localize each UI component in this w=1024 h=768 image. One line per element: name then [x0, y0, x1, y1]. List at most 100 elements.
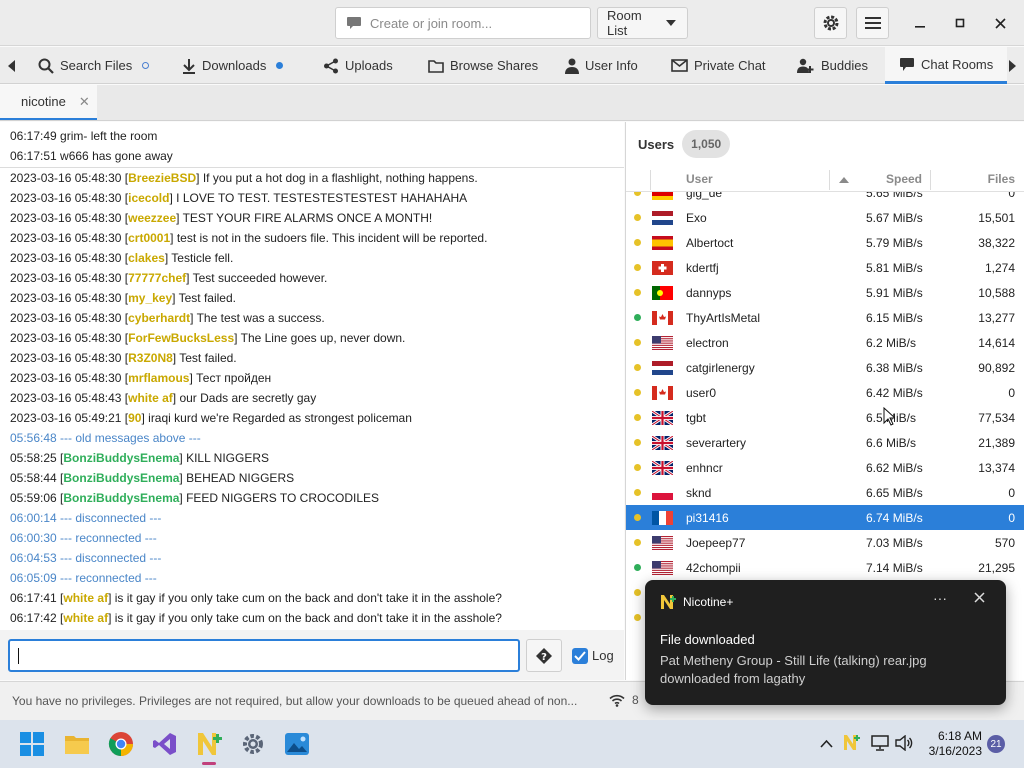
title-bar: Create or join room... Room List	[0, 0, 1024, 46]
chat-username[interactable]: BonziBuddysEnema	[63, 491, 179, 505]
chat-username[interactable]: BonziBuddysEnema	[63, 471, 179, 485]
chat-username[interactable]: weezzee	[128, 211, 176, 225]
user-row[interactable]: Albertoct 5.79 MiB/s 38,322	[626, 230, 1024, 255]
user-name: kdertfj	[686, 261, 719, 275]
chat-username[interactable]: my_key	[128, 291, 172, 305]
chat-username[interactable]: white af	[63, 611, 108, 625]
close-window-button[interactable]	[980, 8, 1020, 38]
room-list-button[interactable]: Room List	[597, 7, 688, 39]
user-files: 21,295	[978, 561, 1015, 575]
maximize-button[interactable]	[940, 8, 980, 38]
notification-toast[interactable]: Nicotine+ ··· File downloaded Pat Methen…	[645, 580, 1006, 705]
chat-username[interactable]: white af	[63, 591, 108, 605]
chevron-right-icon	[1009, 59, 1016, 72]
visual-studio-button[interactable]	[149, 728, 181, 760]
chat-username[interactable]: 77777chef	[128, 271, 186, 285]
chat-line: 2023-03-16 05:48:30 [cyberhardt] The tes…	[10, 308, 614, 328]
chat-username[interactable]: 90	[128, 411, 141, 425]
user-row[interactable]: severartery 6.6 MiB/s 21,389	[626, 430, 1024, 455]
chat-timestamp: 06:17:41	[10, 591, 57, 605]
minimize-button[interactable]	[900, 8, 940, 38]
nicotine-taskbar-button[interactable]	[193, 728, 225, 765]
chat-username[interactable]: ForFewBucksLess	[128, 331, 234, 345]
notification-center-badge[interactable]: 21	[987, 735, 1005, 753]
notification-more-button[interactable]: ···	[933, 590, 947, 606]
users-column-header: User Speed Files	[626, 168, 1024, 192]
photos-taskbar-button[interactable]	[281, 728, 313, 760]
user-row[interactable]: Joepeep77 7.03 MiB/s 570	[626, 530, 1024, 555]
volume-tray-icon[interactable]	[895, 734, 913, 754]
tab-user-info[interactable]: User Info	[565, 47, 638, 84]
taskbar-clock[interactable]: 6:18 AM 3/16/2023	[916, 729, 982, 759]
user-row[interactable]: pi31416 6.74 MiB/s 0	[626, 505, 1024, 530]
user-row[interactable]: catgirlenergy 6.38 MiB/s 90,892	[626, 355, 1024, 380]
chat-username[interactable]: mrflamous	[128, 371, 189, 385]
user-row[interactable]: user0 6.42 MiB/s 0	[626, 380, 1024, 405]
tab-scroll-right-button[interactable]	[1002, 47, 1022, 84]
user-row[interactable]: electron 6.2 MiB/s 14,614	[626, 330, 1024, 355]
user-row[interactable]: sknd 6.65 MiB/s 0	[626, 480, 1024, 505]
room-tab-nicotine[interactable]: nicotine ✕	[0, 85, 97, 120]
close-room-button[interactable]: ✕	[79, 94, 90, 110]
tab-private-chat[interactable]: Private Chat	[671, 47, 766, 84]
chrome-button[interactable]	[105, 728, 137, 760]
mouse-pointer-icon	[883, 407, 895, 426]
chat-composer: ? Log	[0, 630, 624, 680]
user-row[interactable]: gig_de 5.65 MiB/s 0	[626, 192, 1024, 205]
user-name: user0	[686, 386, 717, 400]
user-row[interactable]: kdertfj 5.81 MiB/s 1,274	[626, 255, 1024, 280]
user-files: 13,277	[978, 311, 1015, 325]
user-row[interactable]: 42chompii 7.14 MiB/s 21,295	[626, 555, 1024, 580]
tab-search-files[interactable]: Search Files	[38, 47, 150, 84]
user-row[interactable]: enhncr 6.62 MiB/s 13,374	[626, 455, 1024, 480]
user-row[interactable]: dannyps 5.91 MiB/s 10,588	[626, 280, 1024, 305]
user-row[interactable]: Exo 5.67 MiB/s 15,501	[626, 205, 1024, 230]
log-checkbox[interactable]	[572, 648, 588, 664]
user-speed: 6.42 MiB/s	[866, 386, 923, 400]
tab-browse-shares[interactable]: Browse Shares	[428, 47, 538, 84]
column-speed[interactable]: Speed	[886, 172, 922, 186]
column-files[interactable]: Files	[988, 172, 1015, 186]
notification-close-button[interactable]	[974, 592, 985, 606]
connections-indicator[interactable]: 8	[609, 693, 639, 707]
chat-timestamp: 2023-03-16 05:48:30	[10, 171, 122, 185]
tab-scroll-left-button[interactable]	[2, 47, 22, 84]
network-tray-icon[interactable]	[871, 735, 889, 754]
tab-chat-rooms[interactable]: Chat Rooms	[885, 47, 1008, 84]
room-activity-log: 06:17:49 grim- left the room 06:17:51 w6…	[0, 122, 624, 168]
tab-downloads[interactable]: Downloads	[182, 47, 284, 84]
emoji-icon: ?	[536, 647, 552, 664]
chat-username[interactable]: icecold	[128, 191, 169, 205]
tab-buddies[interactable]: Buddies	[797, 47, 868, 84]
chat-username[interactable]: BreezieBSD	[128, 171, 196, 185]
visual-studio-icon	[153, 733, 176, 755]
chat-username[interactable]: cyberhardt	[128, 311, 190, 325]
room-entry-input[interactable]: Create or join room...	[335, 7, 591, 39]
column-user[interactable]: User	[686, 172, 713, 186]
message-input[interactable]	[8, 639, 520, 672]
country-flag-icon	[652, 361, 673, 375]
main-menu-button[interactable]	[856, 7, 889, 39]
system-tray-overflow-button[interactable]	[820, 737, 833, 751]
chat-message-text: is it gay if you only take cum on the ba…	[111, 591, 502, 605]
chat-username[interactable]: clakes	[128, 251, 165, 265]
chat-username[interactable]: crt0001	[128, 231, 170, 245]
start-button[interactable]	[16, 728, 48, 760]
chat-timestamp: 2023-03-16 05:48:30	[10, 311, 122, 325]
chat-username[interactable]: R3Z0N8	[128, 351, 173, 365]
settings-taskbar-button[interactable]	[237, 728, 269, 760]
user-row[interactable]: tgbt 6.5 MiB/s 77,534	[626, 405, 1024, 430]
user-files: 38,322	[978, 236, 1015, 250]
nicotine-tray-icon[interactable]	[843, 734, 860, 754]
chat-timestamp: 2023-03-16 05:48:30	[10, 331, 122, 345]
country-flag-icon	[652, 561, 673, 575]
chat-username[interactable]: white af	[128, 391, 173, 405]
file-explorer-button[interactable]	[61, 728, 93, 760]
preferences-button[interactable]	[814, 7, 847, 39]
user-name: Joepeep77	[686, 536, 746, 550]
emoji-button[interactable]: ?	[526, 639, 562, 672]
chat-username[interactable]: BonziBuddysEnema	[63, 451, 179, 465]
column-separator	[650, 170, 651, 190]
tab-uploads[interactable]: Uploads	[323, 47, 393, 84]
user-row[interactable]: ThyArtIsMetal 6.15 MiB/s 13,277	[626, 305, 1024, 330]
